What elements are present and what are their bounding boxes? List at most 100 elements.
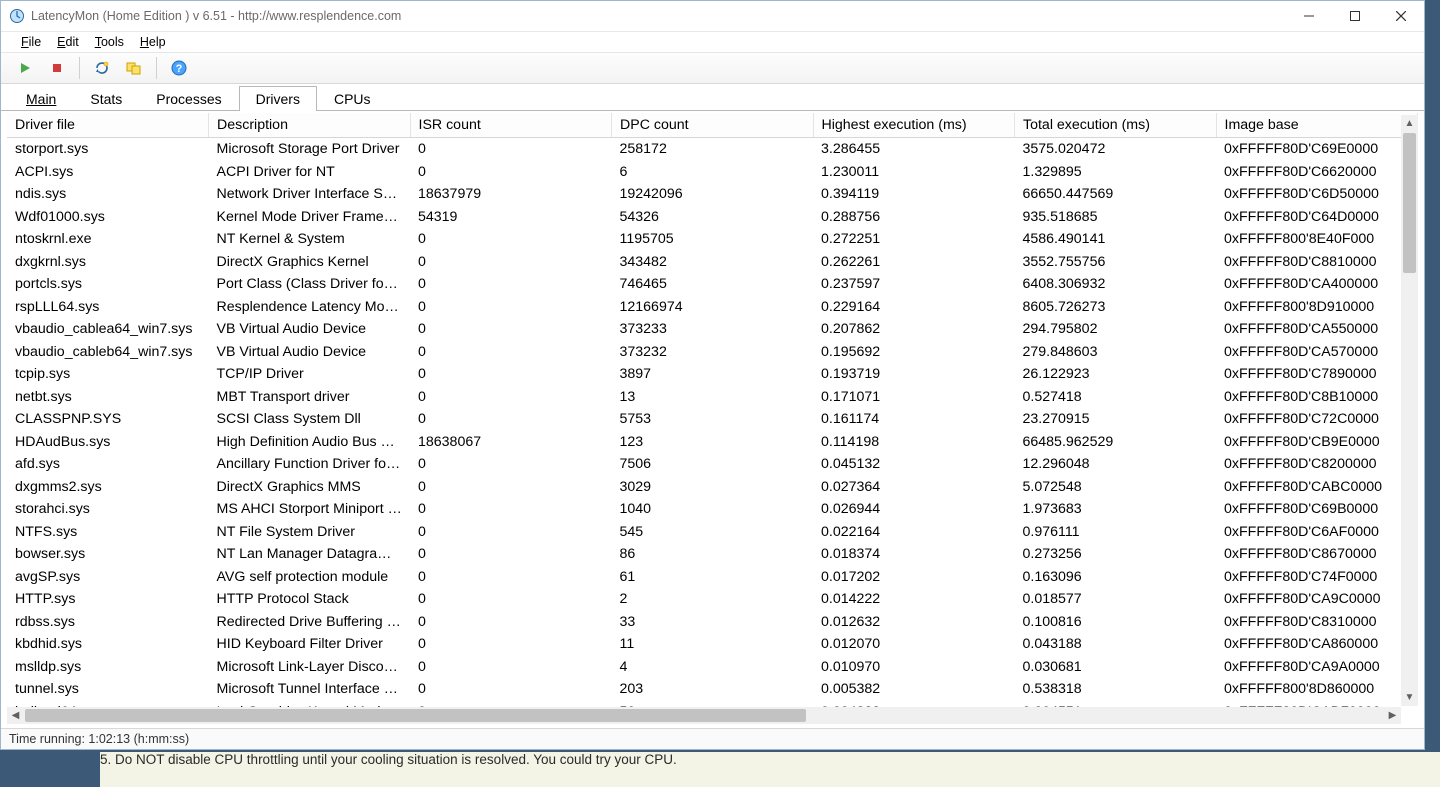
cell-ib: 0xFFFFF80D'C69E0000 — [1216, 138, 1418, 161]
table-row[interactable]: NTFS.sysNT File System Driver05450.02216… — [7, 521, 1418, 544]
tab-main[interactable]: Main — [9, 86, 73, 111]
cell-desc: HID Keyboard Filter Driver — [209, 633, 411, 656]
refresh-button[interactable] — [88, 55, 116, 81]
cell-file: rspLLL64.sys — [7, 296, 209, 319]
cell-isr: 0 — [410, 341, 612, 364]
cell-te: 0.043188 — [1015, 633, 1217, 656]
vertical-scrollbar[interactable]: ▲ ▼ — [1401, 115, 1418, 706]
minimize-button[interactable] — [1286, 1, 1332, 31]
table-row[interactable]: bowser.sysNT Lan Manager Datagram ...086… — [7, 543, 1418, 566]
status-text: Time running: 1:02:13 (h:mm:ss) — [9, 732, 189, 746]
table-row[interactable]: dxgkrnl.sysDirectX Graphics Kernel034348… — [7, 251, 1418, 274]
cell-file: dxgkrnl.sys — [7, 251, 209, 274]
table-row[interactable]: HTTP.sysHTTP Protocol Stack020.0142220.0… — [7, 588, 1418, 611]
cell-desc: AVG self protection module — [209, 566, 411, 589]
cell-he: 0.026944 — [813, 498, 1015, 521]
cell-he: 0.394119 — [813, 183, 1015, 206]
table-row[interactable]: CLASSPNP.SYSSCSI Class System Dll057530.… — [7, 408, 1418, 431]
play-button[interactable] — [11, 55, 39, 81]
table-row[interactable]: ACPI.sysACPI Driver for NT061.2300111.32… — [7, 161, 1418, 184]
table-row[interactable]: storahci.sysMS AHCI Storport Miniport D.… — [7, 498, 1418, 521]
cell-desc: MBT Transport driver — [209, 386, 411, 409]
cell-desc: VB Virtual Audio Device — [209, 318, 411, 341]
table-row[interactable]: vbaudio_cablea64_win7.sysVB Virtual Audi… — [7, 318, 1418, 341]
cell-he: 0.195692 — [813, 341, 1015, 364]
table-row[interactable]: netbt.sysMBT Transport driver0130.171071… — [7, 386, 1418, 409]
cell-file: ACPI.sys — [7, 161, 209, 184]
cell-he: 1.230011 — [813, 161, 1015, 184]
menu-edit[interactable]: Edit — [51, 34, 85, 50]
cell-file: bowser.sys — [7, 543, 209, 566]
table-row[interactable]: kbdhid.sysHID Keyboard Filter Driver0110… — [7, 633, 1418, 656]
table-row[interactable]: mslldp.sysMicrosoft Link-Layer Discove..… — [7, 656, 1418, 679]
menu-help[interactable]: Help — [134, 34, 172, 50]
cell-ib: 0xFFFFF80D'CA9C0000 — [1216, 588, 1418, 611]
table-row[interactable]: avgSP.sysAVG self protection module0610.… — [7, 566, 1418, 589]
cell-desc: Redirected Drive Buffering S... — [209, 611, 411, 634]
cell-te: 294.795802 — [1015, 318, 1217, 341]
tabstrip: Main Stats Processes Drivers CPUs — [1, 84, 1424, 110]
cell-ib: 0xFFFFF80D'C69B0000 — [1216, 498, 1418, 521]
table-row[interactable]: tcpip.sysTCP/IP Driver038970.19371926.12… — [7, 363, 1418, 386]
menu-file[interactable]: File — [15, 34, 47, 50]
cell-file: ntoskrnl.exe — [7, 228, 209, 251]
cell-dpc: 4 — [612, 656, 814, 679]
table-row[interactable]: dxgmms2.sysDirectX Graphics MMS030290.02… — [7, 476, 1418, 499]
cell-desc: SCSI Class System Dll — [209, 408, 411, 431]
stop-button[interactable] — [43, 55, 71, 81]
cell-he: 0.022164 — [813, 521, 1015, 544]
table-row[interactable]: tunnel.sysMicrosoft Tunnel Interface D..… — [7, 678, 1418, 701]
cell-file: avgSP.sys — [7, 566, 209, 589]
scroll-thumb[interactable] — [25, 709, 806, 722]
tab-cpus[interactable]: CPUs — [317, 86, 388, 111]
cell-dpc: 203 — [612, 678, 814, 701]
cell-he: 0.114198 — [813, 431, 1015, 454]
cell-dpc: 54326 — [612, 206, 814, 229]
help-button[interactable]: ? — [165, 55, 193, 81]
cell-isr: 0 — [410, 588, 612, 611]
cell-te: 12.296048 — [1015, 453, 1217, 476]
cell-desc: VB Virtual Audio Device — [209, 341, 411, 364]
maximize-button[interactable] — [1332, 1, 1378, 31]
processes-button[interactable] — [120, 55, 148, 81]
col-header-file[interactable]: Driver file — [7, 113, 209, 138]
table-row[interactable]: ndis.sysNetwork Driver Interface Sp...18… — [7, 183, 1418, 206]
table-row[interactable]: Wdf01000.sysKernel Mode Driver Framew...… — [7, 206, 1418, 229]
col-header-dpc[interactable]: DPC count — [612, 113, 814, 138]
tab-stats[interactable]: Stats — [73, 86, 139, 111]
table-row[interactable]: rspLLL64.sysResplendence Latency Monit..… — [7, 296, 1418, 319]
cell-isr: 54319 — [410, 206, 612, 229]
cell-ib: 0xFFFFF80D'C7890000 — [1216, 363, 1418, 386]
col-header-ib[interactable]: Image base — [1216, 113, 1418, 138]
table-header-row: Driver file Description ISR count DPC co… — [7, 113, 1418, 138]
cell-desc: Network Driver Interface Sp... — [209, 183, 411, 206]
col-header-he[interactable]: Highest execution (ms) — [813, 113, 1015, 138]
table-row[interactable]: vbaudio_cableb64_win7.sysVB Virtual Audi… — [7, 341, 1418, 364]
menu-tools[interactable]: Tools — [89, 34, 130, 50]
cell-dpc: 13 — [612, 386, 814, 409]
cell-ib: 0xFFFFF80D'CABC0000 — [1216, 476, 1418, 499]
horizontal-scrollbar[interactable]: ◀ ▶ — [7, 707, 1401, 724]
tab-processes[interactable]: Processes — [139, 86, 238, 111]
close-button[interactable] — [1378, 1, 1424, 31]
scroll-up-icon[interactable]: ▲ — [1401, 115, 1418, 132]
col-header-te[interactable]: Total execution (ms) — [1015, 113, 1217, 138]
scroll-thumb[interactable] — [1403, 133, 1416, 273]
scroll-right-icon[interactable]: ▶ — [1384, 707, 1401, 724]
table-row[interactable]: storport.sysMicrosoft Storage Port Drive… — [7, 138, 1418, 161]
col-header-isr[interactable]: ISR count — [410, 113, 612, 138]
cell-ib: 0xFFFFF80D'C6D50000 — [1216, 183, 1418, 206]
table-row[interactable]: ntoskrnl.exeNT Kernel & System011957050.… — [7, 228, 1418, 251]
toolbar-separator — [79, 57, 80, 79]
cell-file: kbdhid.sys — [7, 633, 209, 656]
table-row[interactable]: portcls.sysPort Class (Class Driver for … — [7, 273, 1418, 296]
scroll-left-icon[interactable]: ◀ — [7, 707, 24, 724]
scroll-down-icon[interactable]: ▼ — [1401, 689, 1418, 706]
cell-ib: 0xFFFFF80D'CA9A0000 — [1216, 656, 1418, 679]
table-row[interactable]: rdbss.sysRedirected Drive Buffering S...… — [7, 611, 1418, 634]
tab-drivers[interactable]: Drivers — [239, 86, 317, 111]
cell-ib: 0xFFFFF800'8D910000 — [1216, 296, 1418, 319]
table-row[interactable]: afd.sysAncillary Function Driver for ...… — [7, 453, 1418, 476]
col-header-desc[interactable]: Description — [209, 113, 411, 138]
table-row[interactable]: HDAudBus.sysHigh Definition Audio Bus Dr… — [7, 431, 1418, 454]
